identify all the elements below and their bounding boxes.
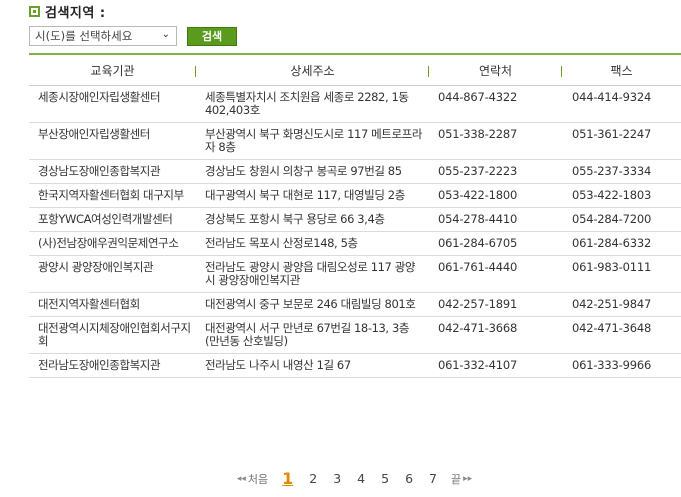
address-cell: 대구광역시 북구 대현로 117, 대영빌딩 2층 <box>205 188 405 202</box>
page-list: 1 2 3 4 5 6 7 <box>274 469 445 488</box>
address-cell: 경상북도 포항시 북구 용당로 66 3,4층 <box>205 212 385 226</box>
address-cell: 경상남도 창원시 의창구 봉곡로 97번길 85 <box>205 164 402 178</box>
page-link[interactable]: 1 <box>282 469 293 488</box>
institution-name-cell: 세종시장애인자립생활센터 <box>38 90 161 104</box>
page-link[interactable]: 4 <box>357 471 365 486</box>
institution-name-cell: 대전광역시지체장애인협회서구지회 <box>38 321 191 348</box>
institution-name-cell: 포항YWCA여성인력개발센터 <box>38 212 173 226</box>
double-chevron-left-icon: ◂◂ <box>236 473 246 484</box>
address-cell: 전라남도 광양시 광양읍 대림오성로 117 광양시 광양장애인복지관 <box>205 260 416 287</box>
phone-cell: 044-867-4322 <box>438 90 518 104</box>
table-header: 교육기관 상세주소 연락처 팩스 <box>29 53 681 86</box>
table-row: 광양시 광양장애인복지관 전라남도 광양시 광양읍 대림오성로 117 광양시 광… <box>29 256 681 293</box>
search-region-title: 검색지역 : <box>45 5 106 21</box>
page-link[interactable]: 6 <box>405 471 413 486</box>
table-row: 세종시장애인자립생활센터 세종특별자치시 조치원읍 세종로 2282, 1동 40… <box>29 86 681 123</box>
column-header: 연락처 <box>429 55 562 85</box>
column-header: 교육기관 <box>29 55 196 85</box>
first-page-link[interactable]: ◂◂ 처음 <box>235 471 268 487</box>
search-button[interactable]: 검색 <box>187 26 237 46</box>
fax-cell: 061-333-9966 <box>572 358 652 372</box>
institution-name-cell: 대전지역자활센터협회 <box>38 297 140 311</box>
institution-name-cell: 전라남도장애인종합복지관 <box>38 358 161 372</box>
address-cell: 대전광역시 서구 만년로 67번길 18-13, 3층 (만년동 산호빌딩) <box>205 321 410 348</box>
phone-cell: 051-338-2287 <box>438 127 518 141</box>
fax-cell: 042-251-9847 <box>572 297 652 311</box>
table-row: 포항YWCA여성인력개발센터 경상북도 포항시 북구 용당로 66 3,4층 054… <box>29 208 681 232</box>
phone-cell: 042-257-1891 <box>438 297 518 311</box>
phone-cell: 061-284-6705 <box>438 236 518 250</box>
address-cell: 부산광역시 북구 화명신도시로 117 메트로프라자 8층 <box>205 127 423 154</box>
institution-name-cell: (사)전남장애우권익문제연구소 <box>38 236 179 250</box>
institution-table: 교육기관 상세주소 연락처 팩스 세종시장애인자립생활센터 세종특별자치시 조치원… <box>29 53 681 378</box>
fax-cell: 061-284-6332 <box>572 236 652 250</box>
address-cell: 세종특별자치시 조치원읍 세종로 2282, 1동 402,403호 <box>205 90 409 117</box>
institution-name-cell: 광양시 광양장애인복지관 <box>38 260 154 274</box>
phone-cell: 055-237-2223 <box>438 164 518 178</box>
institution-name-cell: 경상남도장애인종합복지관 <box>38 164 161 178</box>
page-link[interactable]: 2 <box>309 471 317 486</box>
chevron-down-icon: ⌄ <box>161 29 170 40</box>
page-link[interactable]: 3 <box>333 471 341 486</box>
pagination: ◂◂ 처음 1 2 3 4 5 6 7 끝 ▸▸ <box>0 469 681 488</box>
address-cell: 대전광역시 중구 보문로 246 대림빌딩 801호 <box>205 297 416 311</box>
fax-cell: 051-361-2247 <box>572 127 652 141</box>
section-title: 검색지역 : <box>29 2 106 21</box>
phone-cell: 054-278-4410 <box>438 212 518 226</box>
address-cell: 전라남도 나주시 내영산 1길 67 <box>205 358 351 372</box>
institution-name-cell: 부산장애인자립생활센터 <box>38 127 150 141</box>
phone-cell: 042-471-3668 <box>438 321 518 335</box>
fax-cell: 054-284-7200 <box>572 212 652 226</box>
phone-cell: 061-761-4440 <box>438 260 518 274</box>
column-header: 상세주소 <box>196 55 429 85</box>
address-cell: 전라남도 목포시 산정로148, 5층 <box>205 236 358 250</box>
phone-cell: 061-332-4107 <box>438 358 518 372</box>
fax-cell: 061-983-0111 <box>572 260 652 274</box>
double-chevron-right-icon: ▸▸ <box>463 473 473 484</box>
region-select[interactable]: 시(도)를 선택하세요 ⌄ <box>29 26 177 46</box>
column-header: 팩스 <box>610 63 633 78</box>
page-link[interactable]: 5 <box>381 471 389 486</box>
bullet-square-icon <box>29 5 40 17</box>
table-body: 세종시장애인자립생활센터 세종특별자치시 조치원읍 세종로 2282, 1동 40… <box>29 86 681 378</box>
table-row: 전라남도장애인종합복지관 전라남도 나주시 내영산 1길 67 061-332-41… <box>29 354 681 378</box>
institution-name-cell: 한국지역자활센터협회 대구지부 <box>38 188 184 202</box>
fax-cell: 053-422-1803 <box>572 188 652 202</box>
fax-cell: 042-471-3648 <box>572 321 652 335</box>
phone-cell: 053-422-1800 <box>438 188 518 202</box>
table-row: 경상남도장애인종합복지관 경상남도 창원시 의창구 봉곡로 97번길 85 055-… <box>29 160 681 184</box>
table-row: 부산장애인자립생활센터 부산광역시 북구 화명신도시로 117 메트로프라자 8층… <box>29 123 681 160</box>
region-select-value: 시(도)를 선택하세요 <box>35 29 133 43</box>
table-row: 대전광역시지체장애인협회서구지회 대전광역시 서구 만년로 67번길 18-13,… <box>29 317 681 354</box>
fax-cell: 044-414-9324 <box>572 90 652 104</box>
page-link[interactable]: 7 <box>429 471 437 486</box>
last-page-link[interactable]: 끝 ▸▸ <box>451 471 474 487</box>
fax-cell: 055-237-3334 <box>572 164 652 178</box>
table-row: 대전지역자활센터협회 대전광역시 중구 보문로 246 대림빌딩 801호 042-… <box>29 293 681 317</box>
table-row: (사)전남장애우권익문제연구소 전라남도 목포시 산정로148, 5층 061-28… <box>29 232 681 256</box>
table-row: 한국지역자활센터협회 대구지부 대구광역시 북구 대현로 117, 대영빌딩 2층… <box>29 184 681 208</box>
search-row: 시(도)를 선택하세요 ⌄ 검색 <box>29 26 237 46</box>
